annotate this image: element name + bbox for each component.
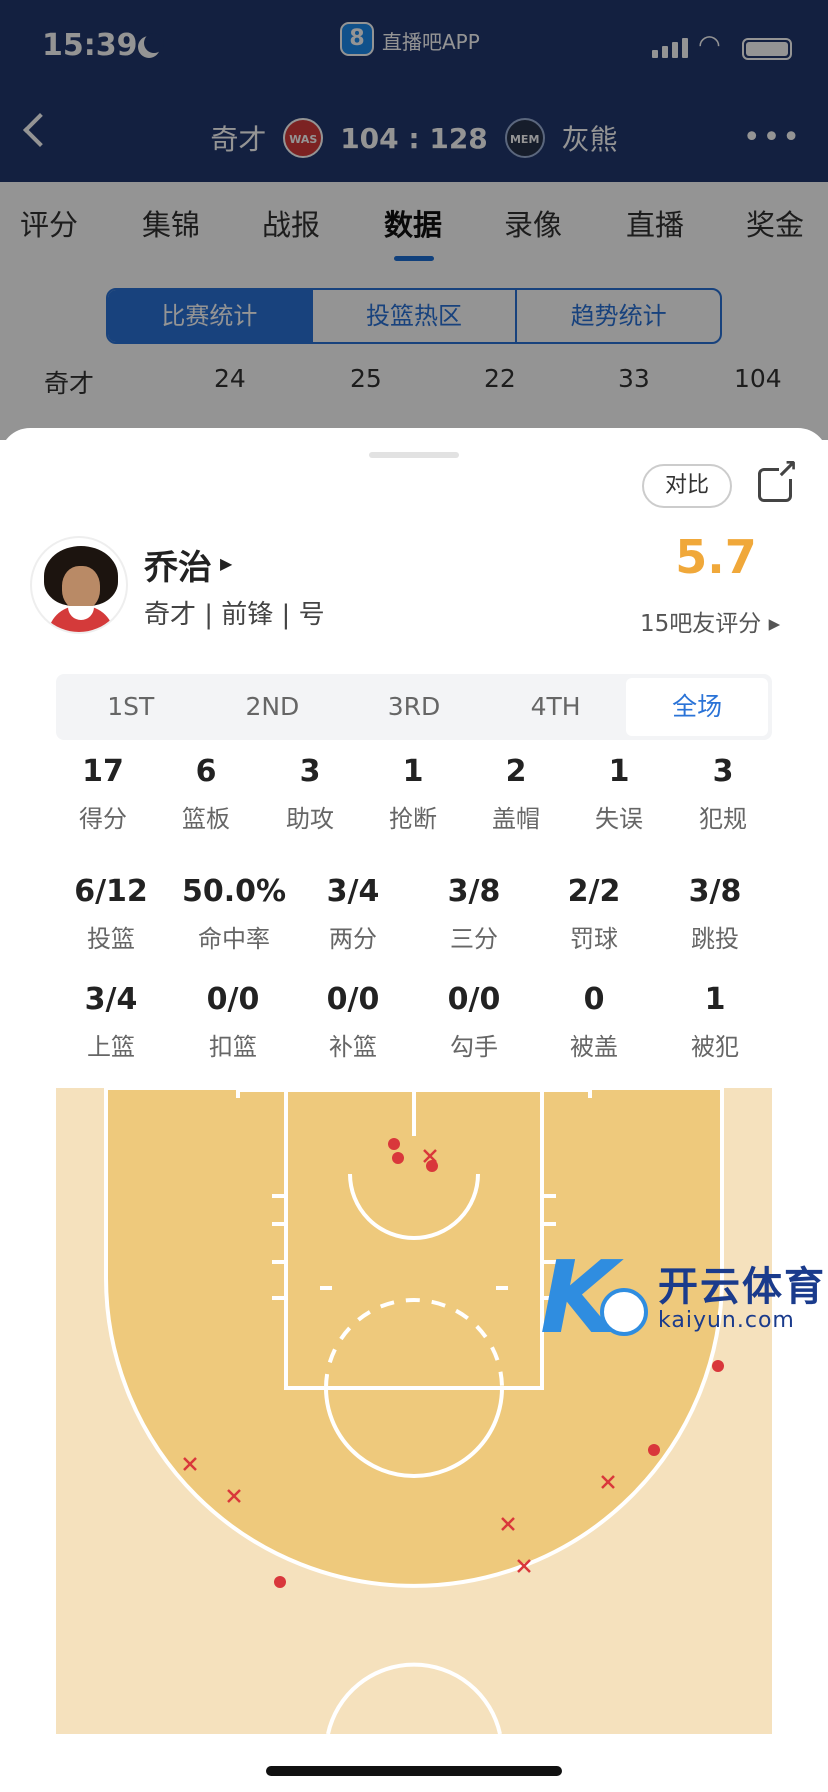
player-info: 奇才 | 前锋 | 号 — [144, 600, 325, 630]
player-arrow-icon[interactable]: ▶ — [220, 554, 232, 573]
stat-tip-ins: 0/0 补篮 — [326, 982, 380, 1061]
period-4th[interactable]: 4TH — [485, 678, 627, 736]
watermark-ball-icon — [600, 1288, 648, 1336]
shot-made-marker — [712, 1360, 724, 1372]
watermark-title: 开云体育 — [658, 1264, 826, 1310]
stat-hook-shots: 0/0 勾手 — [447, 982, 501, 1061]
stat-blocked: 0 被盖 — [570, 982, 618, 1061]
stat-dunks: 0/0 扣篮 — [206, 982, 260, 1061]
player-avatar[interactable] — [30, 536, 128, 634]
shot-made-marker — [648, 1444, 660, 1456]
sheet-grabber[interactable] — [369, 452, 459, 458]
shot-made-marker — [274, 1576, 286, 1588]
stat-fg-percentage: 50.0% 命中率 — [181, 874, 287, 953]
rating-count-link[interactable]: 15吧友评分 ▸ — [640, 604, 780, 638]
shot-chart-court — [56, 1088, 772, 1734]
period-selector: 1ST 2ND 3RD 4TH 全场 — [56, 674, 772, 740]
stat-assists: 3 助攻 — [286, 754, 334, 833]
stat-jump-shots: 3/8 跳投 — [688, 874, 742, 953]
stat-fouls: 3 犯规 — [699, 754, 747, 833]
stat-free-throws: 2/2 罚球 — [567, 874, 621, 953]
compare-button[interactable]: 对比 — [642, 464, 732, 508]
period-2nd[interactable]: 2ND — [202, 678, 344, 736]
period-1st[interactable]: 1ST — [60, 678, 202, 736]
shot-made-marker — [388, 1138, 400, 1150]
share-icon[interactable] — [758, 455, 798, 502]
stat-steals: 1 抢断 — [389, 754, 437, 833]
player-name[interactable]: 乔治 — [144, 540, 212, 589]
stat-blocks: 2 盖帽 — [492, 754, 540, 833]
stat-fouls-drawn: 1 被犯 — [691, 982, 739, 1061]
stat-points: 17 得分 — [79, 754, 127, 833]
player-rating: 5.7 — [675, 530, 757, 584]
stat-rebounds: 6 篮板 — [182, 754, 230, 833]
home-indicator[interactable] — [266, 1766, 562, 1776]
shot-made-marker — [392, 1152, 404, 1164]
stat-two-pointers: 3/4 两分 — [326, 874, 380, 953]
stat-field-goals: 6/12 投篮 — [74, 874, 148, 953]
stat-turnovers: 1 失误 — [595, 754, 643, 833]
watermark-url: kaiyun.com — [658, 1308, 795, 1333]
player-stats-sheet: 对比 乔治 ▶ 奇才 | 前锋 | 号 5.7 15吧友评分 ▸ 1ST 2ND… — [0, 428, 828, 1792]
stat-three-pointers: 3/8 三分 — [447, 874, 501, 953]
period-3rd[interactable]: 3RD — [343, 678, 485, 736]
stat-layups: 3/4 上篮 — [84, 982, 138, 1061]
kaiyun-watermark: K 开云体育 kaiyun.com — [540, 1248, 828, 1358]
shot-made-marker — [426, 1160, 438, 1172]
period-full-game[interactable]: 全场 — [626, 678, 768, 736]
modal-overlay[interactable] — [0, 0, 828, 440]
